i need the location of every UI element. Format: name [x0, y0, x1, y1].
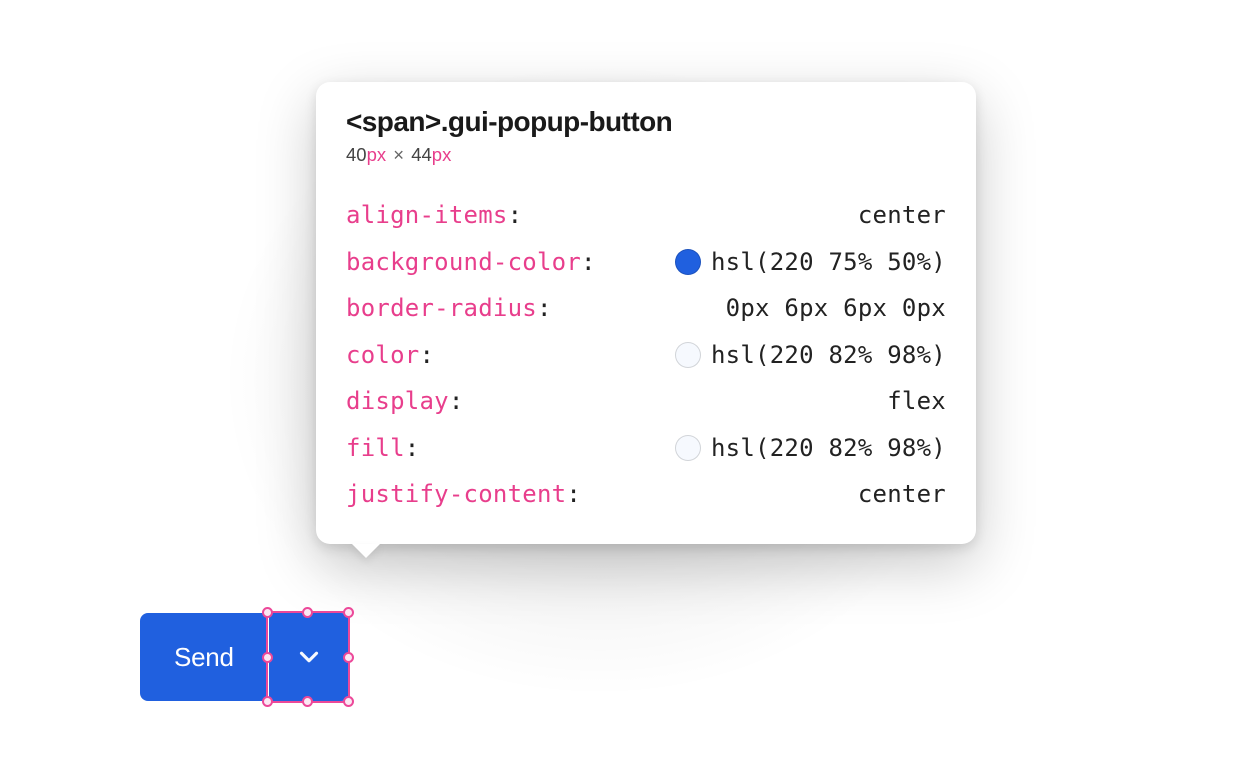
dim-width: 40: [346, 144, 367, 165]
css-property-name-wrapper: display:: [346, 378, 464, 425]
css-property-value: hsl(220 82% 98%): [711, 332, 946, 379]
css-property-colon: :: [537, 294, 552, 322]
css-property-name: background-color: [346, 248, 581, 276]
css-property-name-wrapper: color:: [346, 332, 434, 379]
css-property-name: align-items: [346, 201, 508, 229]
css-property-name: color: [346, 341, 419, 369]
css-property-value-wrapper: hsl(220 75% 50%): [675, 239, 946, 286]
tooltip-properties-list: align-items: center background-color: hsl(2…: [346, 192, 946, 518]
css-property-name: justify-content: [346, 480, 566, 508]
dim-height: 44: [411, 144, 432, 165]
color-swatch-icon: [675, 249, 701, 275]
popup-toggle-button[interactable]: [269, 613, 349, 701]
css-property-row: display: flex: [346, 378, 946, 425]
css-property-colon: :: [508, 201, 523, 229]
css-property-row: fill: hsl(220 82% 98%): [346, 425, 946, 472]
dim-separator: ×: [393, 144, 404, 165]
css-property-colon: :: [405, 434, 420, 462]
tooltip-header: <span>.gui-popup-button 40px × 44px: [346, 106, 946, 166]
css-property-row: color: hsl(220 82% 98%): [346, 332, 946, 379]
css-property-value: hsl(220 75% 50%): [711, 239, 946, 286]
css-property-value: 0px 6px 6px 0px: [726, 285, 946, 332]
css-property-name-wrapper: fill:: [346, 425, 419, 472]
popup-button-wrapper: [268, 613, 349, 701]
tooltip-dimensions: 40px × 44px: [346, 144, 946, 166]
css-property-value-wrapper: 0px 6px 6px 0px: [726, 285, 946, 332]
css-property-colon: :: [581, 248, 596, 276]
color-swatch-icon: [675, 342, 701, 368]
chevron-down-icon: [294, 642, 324, 672]
dim-unit: px: [432, 144, 452, 165]
tooltip-selector: <span>.gui-popup-button: [346, 106, 946, 138]
css-property-value-wrapper: hsl(220 82% 98%): [675, 332, 946, 379]
css-property-value-wrapper: hsl(220 82% 98%): [675, 425, 946, 472]
css-property-name: border-radius: [346, 294, 537, 322]
css-property-value-wrapper: center: [858, 192, 946, 239]
css-property-name: fill: [346, 434, 405, 462]
css-property-value-wrapper: flex: [887, 378, 946, 425]
css-property-value: center: [858, 471, 946, 518]
css-property-value: hsl(220 82% 98%): [711, 425, 946, 472]
devtools-css-tooltip: <span>.gui-popup-button 40px × 44px alig…: [316, 82, 976, 544]
css-property-value-wrapper: center: [858, 471, 946, 518]
css-property-name-wrapper: border-radius:: [346, 285, 552, 332]
css-property-row: border-radius: 0px 6px 6px 0px: [346, 285, 946, 332]
css-property-name-wrapper: background-color:: [346, 239, 596, 286]
css-property-name-wrapper: align-items:: [346, 192, 522, 239]
css-property-name: display: [346, 387, 449, 415]
css-property-colon: :: [566, 480, 581, 508]
css-property-colon: :: [419, 341, 434, 369]
split-button: Send: [140, 613, 349, 701]
send-button[interactable]: Send: [140, 613, 268, 701]
dim-unit: px: [367, 144, 387, 165]
css-property-row: background-color: hsl(220 75% 50%): [346, 239, 946, 286]
css-property-row: align-items: center: [346, 192, 946, 239]
css-property-value: center: [858, 192, 946, 239]
color-swatch-icon: [675, 435, 701, 461]
css-property-name-wrapper: justify-content:: [346, 471, 581, 518]
css-property-colon: :: [449, 387, 464, 415]
css-property-value: flex: [887, 378, 946, 425]
css-property-row: justify-content: center: [346, 471, 946, 518]
